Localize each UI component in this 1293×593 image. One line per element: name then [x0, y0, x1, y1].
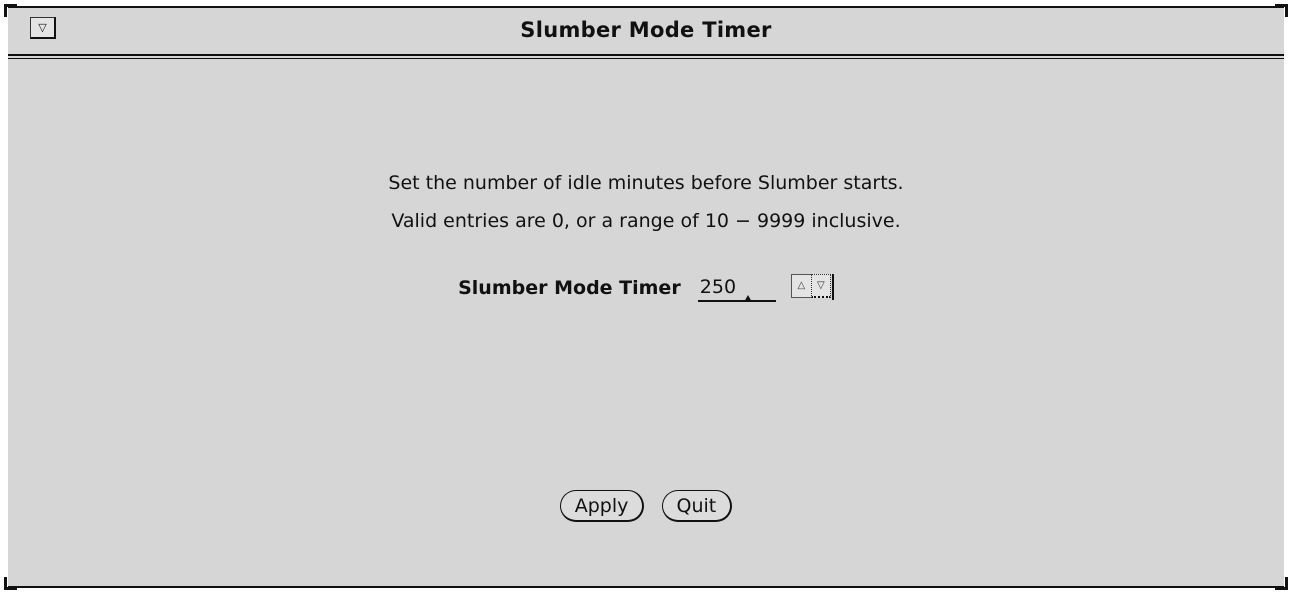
- instruction-line-2: Valid entries are 0, or a range of 10 − …: [391, 210, 901, 232]
- timer-minutes-input[interactable]: [697, 274, 776, 302]
- title-bar[interactable]: ▽ Slumber Mode Timer: [8, 8, 1284, 54]
- title-divider: [8, 54, 1284, 59]
- timer-field-wrapper: [697, 274, 786, 302]
- window-title: Slumber Mode Timer: [520, 18, 772, 42]
- resize-corner-bottom-right[interactable]: [1275, 577, 1288, 590]
- stepper-divider: [831, 274, 834, 300]
- button-row: Apply Quit: [8, 490, 1284, 522]
- instruction-line-1: Set the number of idle minutes before Sl…: [388, 172, 904, 194]
- triangle-down-icon: ▽: [817, 280, 825, 291]
- timer-setting-row: Slumber Mode Timer △ ▽: [8, 274, 1284, 308]
- instructions: Set the number of idle minutes before Sl…: [8, 164, 1284, 240]
- apply-button[interactable]: Apply: [559, 490, 645, 522]
- resize-corner-bottom-left[interactable]: [4, 577, 17, 590]
- slumber-mode-timer-window: ▽ Slumber Mode Timer Set the number of i…: [4, 4, 1288, 590]
- timer-stepper: △ ▽: [790, 274, 834, 302]
- increment-button[interactable]: △: [790, 274, 811, 298]
- decrement-button[interactable]: ▽: [810, 274, 831, 298]
- timer-label: Slumber Mode Timer: [458, 277, 681, 299]
- quit-button[interactable]: Quit: [661, 490, 733, 522]
- triangle-up-icon: △: [797, 280, 806, 291]
